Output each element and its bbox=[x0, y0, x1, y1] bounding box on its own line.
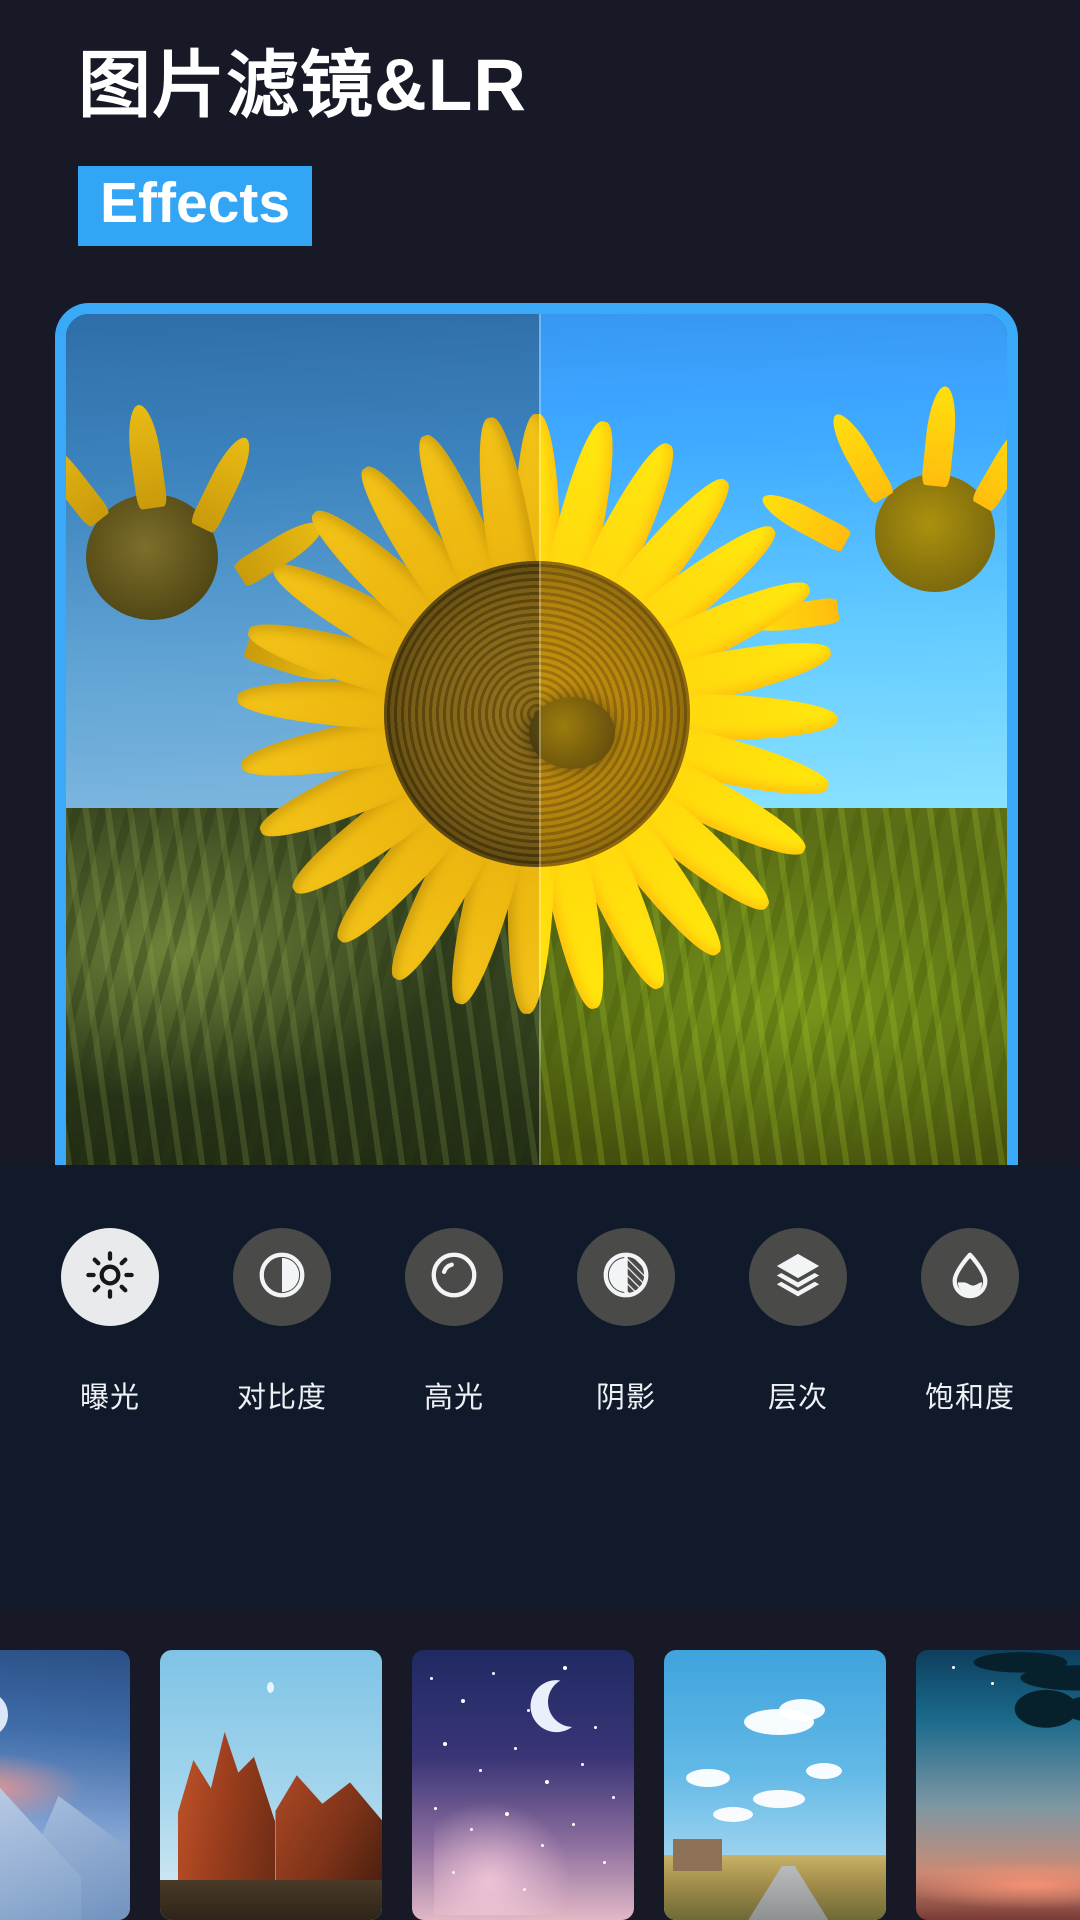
adjust-tool-row: 曝光 对比度 高光 阴影 层次 饱和度 bbox=[0, 1228, 1080, 1416]
main-sunflower bbox=[217, 394, 857, 1034]
shadow-icon bbox=[599, 1248, 653, 1307]
tool-highlights[interactable]: 高光 bbox=[368, 1228, 540, 1416]
tool-levels-button[interactable] bbox=[749, 1228, 847, 1326]
sunflower-photo bbox=[66, 314, 1007, 1165]
tool-exposure-button[interactable] bbox=[61, 1228, 159, 1326]
tool-saturation-button[interactable] bbox=[921, 1228, 1019, 1326]
tool-highlights-button[interactable] bbox=[405, 1228, 503, 1326]
contrast-icon bbox=[255, 1248, 309, 1307]
filter-thumbnail-strip[interactable] bbox=[0, 1605, 1080, 1920]
tool-saturation-label: 饱和度 bbox=[924, 1382, 1015, 1414]
effects-badge: Effects bbox=[78, 166, 313, 246]
adjust-panel: 曝光 对比度 高光 阴影 层次 饱和度 bbox=[0, 1165, 1080, 1605]
tool-exposure-label: 曝光 bbox=[79, 1382, 140, 1414]
layers-icon bbox=[771, 1248, 825, 1307]
tool-saturation[interactable]: 饱和度 bbox=[884, 1228, 1056, 1416]
droplet-icon bbox=[943, 1248, 997, 1307]
tool-levels-label: 层次 bbox=[767, 1382, 828, 1414]
thumbnail-countryside-road[interactable] bbox=[664, 1650, 886, 1920]
tool-contrast-label: 对比度 bbox=[236, 1382, 327, 1414]
thumbnail-snow-mountain-moon[interactable] bbox=[0, 1650, 130, 1920]
page-title: 图片滤镜&LR bbox=[78, 45, 528, 126]
thumbnail-palm-tree-sunset[interactable] bbox=[916, 1650, 1080, 1920]
tool-contrast[interactable]: 对比度 bbox=[196, 1228, 368, 1416]
image-preview-frame[interactable] bbox=[55, 303, 1018, 1165]
brightness-icon bbox=[83, 1248, 137, 1307]
tool-contrast-button[interactable] bbox=[233, 1228, 331, 1326]
header: 图片滤镜&LR Effects bbox=[0, 0, 1080, 300]
thumbnail-starry-purple-sky[interactable] bbox=[412, 1650, 634, 1920]
tool-levels[interactable]: 层次 bbox=[712, 1228, 884, 1416]
thumbnail-list bbox=[0, 1650, 1080, 1920]
tool-shadows-button[interactable] bbox=[577, 1228, 675, 1326]
tool-highlights-label: 高光 bbox=[423, 1382, 484, 1414]
tool-shadows-label: 阴影 bbox=[595, 1382, 656, 1414]
flower-disc-center bbox=[528, 696, 615, 769]
thumbnail-red-rock-canyon[interactable] bbox=[160, 1650, 382, 1920]
highlight-icon bbox=[427, 1248, 481, 1307]
tool-exposure[interactable]: 曝光 bbox=[24, 1228, 196, 1416]
tool-shadows[interactable]: 阴影 bbox=[540, 1228, 712, 1416]
